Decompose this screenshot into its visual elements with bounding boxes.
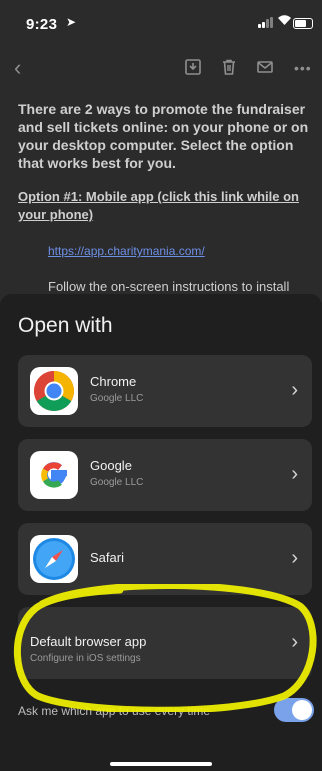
home-indicator[interactable]: [110, 762, 212, 766]
sheet-title: Open with: [18, 314, 113, 337]
chevron-right-icon: ›: [291, 463, 298, 485]
back-icon[interactable]: ‹: [14, 57, 34, 79]
default-browser-option[interactable]: Default browser app Configure in iOS set…: [18, 607, 312, 679]
archive-icon[interactable]: [184, 58, 204, 78]
chevron-right-icon: ›: [291, 379, 298, 401]
app-name: Chrome: [90, 374, 137, 389]
status-bar: 9:23 ➤: [0, 0, 322, 44]
wifi-icon: [277, 14, 292, 29]
safari-icon: [30, 535, 78, 583]
app-option-safari[interactable]: Safari ›: [18, 523, 312, 595]
phone-screen: 9:23 ➤ ‹ ••• There are 2 ways to promote…: [0, 0, 322, 771]
app-name: Google: [90, 458, 132, 473]
status-time: 9:23: [26, 16, 58, 33]
app-option-google[interactable]: Google Google LLC ›: [18, 439, 312, 511]
ask-every-time-label: Ask me which app to use every time: [18, 704, 211, 718]
mail-toolbar: ‹ •••: [0, 52, 322, 88]
google-icon: [30, 451, 78, 499]
trash-icon[interactable]: [220, 58, 240, 78]
app-option-chrome[interactable]: Chrome Google LLC ›: [18, 355, 312, 427]
open-with-sheet: Open with Chrome Google LLC › Google Goo…: [0, 294, 322, 771]
option-1-link[interactable]: Option #1: Mobile app (click this link w…: [18, 188, 310, 224]
location-arrow-icon: ➤: [66, 15, 77, 29]
default-browser-label: Default browser app: [30, 634, 147, 649]
ask-every-time-toggle[interactable]: [274, 698, 314, 722]
app-name: Safari: [90, 550, 124, 565]
email-body: There are 2 ways to promote the fundrais…: [18, 100, 310, 312]
app-developer: Google LLC: [90, 477, 144, 488]
chrome-icon: [30, 367, 78, 415]
signal-icon: [258, 17, 274, 28]
charitymania-link[interactable]: https://app.charitymania.com/: [48, 244, 310, 258]
chevron-right-icon: ›: [291, 547, 298, 569]
mail-icon[interactable]: [256, 58, 276, 78]
app-developer: Google LLC: [90, 393, 144, 404]
default-browser-sub: Configure in iOS settings: [30, 653, 141, 664]
battery-icon: [293, 18, 313, 29]
more-icon[interactable]: •••: [294, 58, 314, 78]
chevron-right-icon: ›: [291, 631, 298, 653]
email-intro: There are 2 ways to promote the fundrais…: [18, 101, 309, 171]
